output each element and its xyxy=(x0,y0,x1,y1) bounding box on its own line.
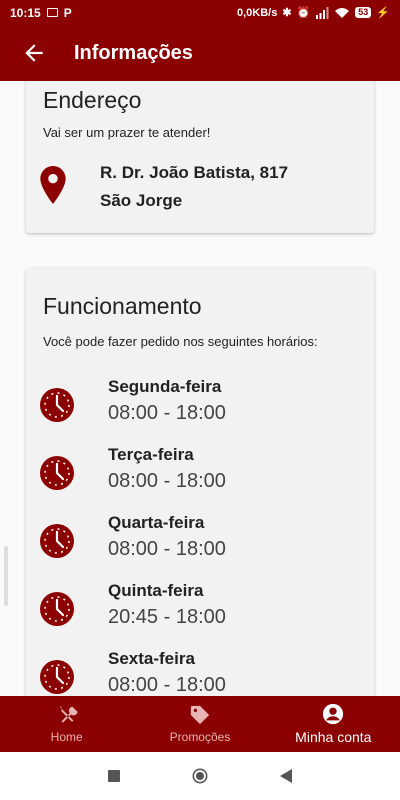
address-title: Endereço xyxy=(43,87,142,113)
square-icon xyxy=(108,770,120,782)
clock-icon xyxy=(40,660,74,694)
clock-icon xyxy=(40,456,74,490)
back-system-button[interactable] xyxy=(278,768,294,784)
charging-icon: ⚡ xyxy=(376,7,390,19)
hours-row-wednesday: Quarta-feira 08:00 - 18:00 xyxy=(26,513,374,581)
account-circle-icon xyxy=(323,703,344,725)
address-subtitle: Vai ser um prazer te atender! xyxy=(43,125,211,140)
hours-title: Funcionamento xyxy=(43,293,202,319)
time-range: 08:00 - 18:00 xyxy=(108,470,226,492)
network-speed: 0,0KB/s xyxy=(237,6,278,19)
system-navigation-bar xyxy=(0,752,400,800)
day-label: Terça-feira xyxy=(108,445,194,464)
day-label: Quarta-feira xyxy=(108,513,205,532)
hours-row-friday: Sexta-feira 08:00 - 18:00 xyxy=(26,649,374,696)
triangle-back-icon xyxy=(280,769,292,783)
tags-icon xyxy=(190,705,210,725)
hours-row-thursday: Quinta-feira 20:45 - 18:00 xyxy=(26,581,374,649)
clock-icon xyxy=(40,388,74,422)
time-range: 08:00 - 18:00 xyxy=(108,538,226,560)
page-title: Informações xyxy=(74,41,193,64)
bluetooth-icon: ✱ xyxy=(282,7,292,19)
time-range: 08:00 - 18:00 xyxy=(108,674,226,696)
recents-button[interactable] xyxy=(106,768,122,784)
nav-label: Minha conta xyxy=(295,729,372,745)
address-district: São Jorge xyxy=(100,191,183,210)
app-bar: Informações xyxy=(0,25,400,81)
battery-icon: 53 xyxy=(355,7,372,18)
nav-label: Home xyxy=(50,730,83,744)
address-street: R. Dr. João Batista, 817 xyxy=(100,163,289,182)
time-range: 08:00 - 18:00 xyxy=(108,402,226,424)
address-card: Endereço Vai ser um prazer te atender! R… xyxy=(26,81,374,233)
map-pin-icon xyxy=(40,166,66,204)
wifi-icon xyxy=(335,7,350,18)
scroll-indicator xyxy=(4,546,8,606)
content-scroll[interactable]: Endereço Vai ser um prazer te atender! R… xyxy=(0,81,400,696)
hours-row-monday: Segunda-feira 08:00 - 18:00 xyxy=(26,377,374,445)
status-time: 10:15 xyxy=(10,5,41,20)
back-button[interactable] xyxy=(6,25,62,81)
hours-row-tuesday: Terça-feira 08:00 - 18:00 xyxy=(26,445,374,513)
bottom-navigation: Home Promoções Minha conta xyxy=(0,696,400,752)
nav-label: Promoções xyxy=(169,730,231,744)
day-label: Segunda-feira xyxy=(108,377,222,396)
clock-icon xyxy=(40,592,74,626)
hours-subtitle: Você pode fazer pedido nos seguintes hor… xyxy=(43,334,318,349)
circle-icon xyxy=(192,768,208,784)
notification-box-icon xyxy=(46,8,58,17)
signal-icon xyxy=(316,6,329,19)
clock-icon xyxy=(40,524,74,558)
day-label: Quinta-feira xyxy=(108,581,204,600)
nav-item-promotions[interactable]: Promoções xyxy=(133,696,266,752)
nav-item-account[interactable]: Minha conta xyxy=(267,696,400,752)
fork-knife-icon xyxy=(59,706,78,723)
arrow-back-icon xyxy=(25,44,43,62)
alarm-icon: ⏰ xyxy=(296,7,311,19)
p-icon: P xyxy=(63,5,72,20)
status-bar: 10:15 P 0,0KB/s ✱ ⏰ 53 ⚡ xyxy=(0,0,400,25)
day-label: Sexta-feira xyxy=(108,649,195,668)
time-range: 20:45 - 18:00 xyxy=(108,606,226,628)
nav-item-home[interactable]: Home xyxy=(0,696,133,752)
hours-card: Funcionamento Você pode fazer pedido nos… xyxy=(26,268,374,696)
home-button[interactable] xyxy=(192,768,208,784)
